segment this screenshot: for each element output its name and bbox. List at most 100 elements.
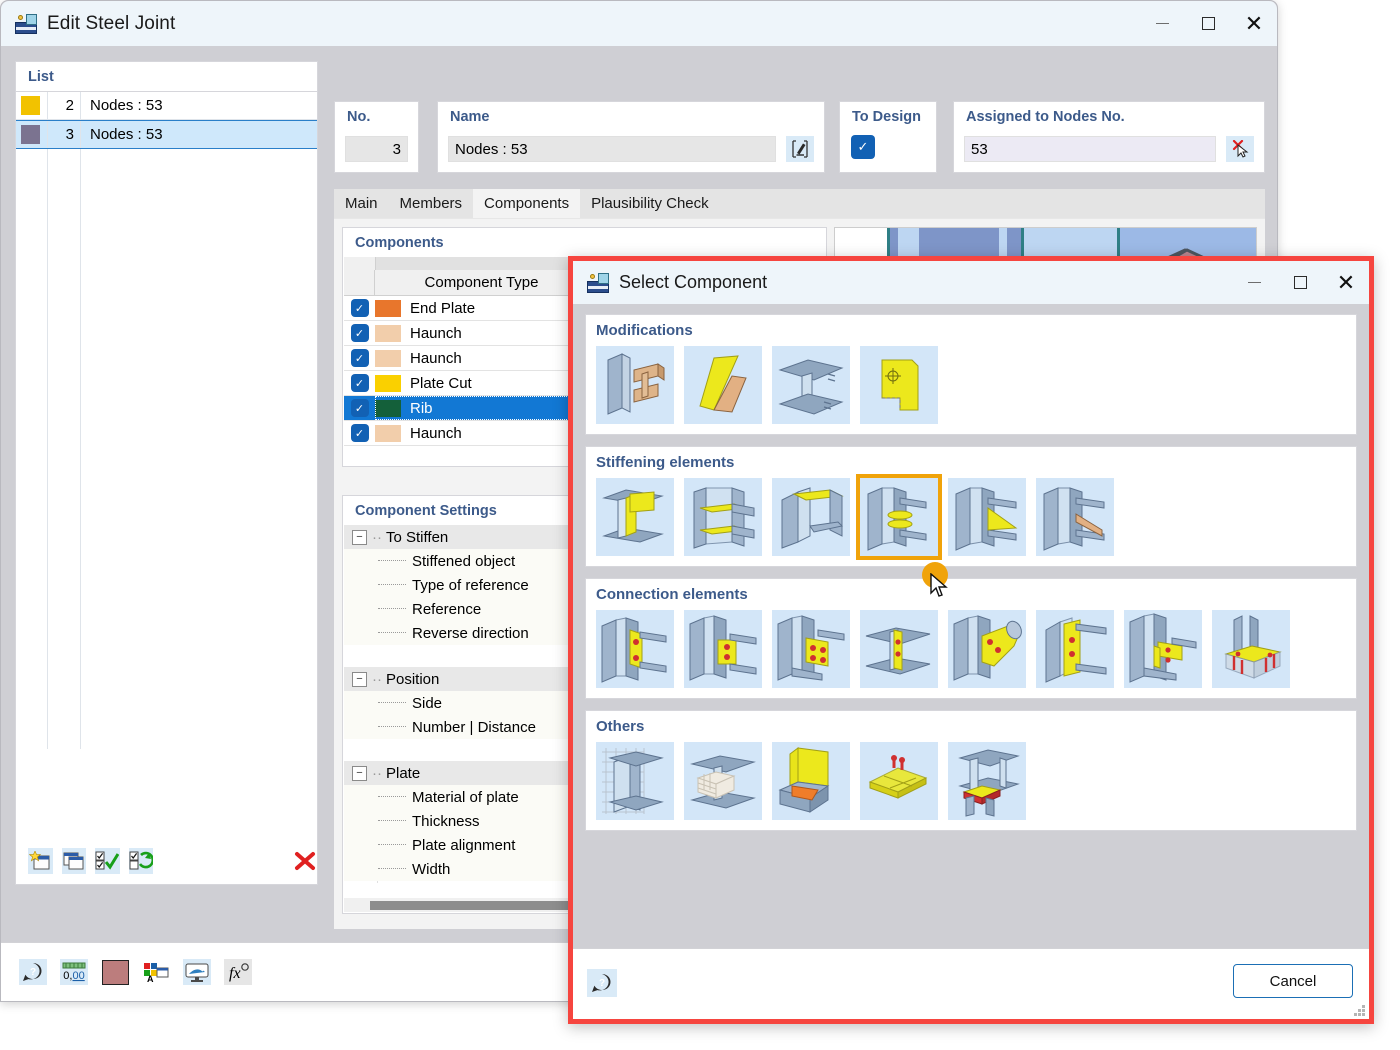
copy-item-icon[interactable] [61,848,87,874]
color-swatch-icon[interactable] [101,959,129,985]
thumb-modification-2[interactable] [684,346,762,424]
help-icon[interactable]: ? [587,969,617,997]
thumb-connection-3[interactable] [772,610,850,688]
thumb-other-1[interactable] [596,742,674,820]
number-format-icon[interactable]: 0,00 [60,959,88,985]
tree-group-label: Position [386,670,440,688]
row-type-label: Haunch [410,324,462,342]
window-controls: ✕ [1139,1,1277,46]
thumb-stiffener-6[interactable] [1036,478,1114,556]
tree-item-label: Number | Distance [412,718,536,736]
row-checkbox[interactable]: ✓ [344,424,375,442]
thumb-stiffener-5[interactable] [948,478,1026,556]
thumbnail-grid [596,346,1346,424]
thumb-connection-8[interactable] [1212,610,1290,688]
row-checkbox[interactable]: ✓ [344,399,375,417]
thumb-stiffener-2[interactable] [684,478,762,556]
minimize-icon[interactable] [1139,1,1185,46]
to-design-checkbox[interactable]: ✓ [851,135,875,159]
app-icon [587,272,609,293]
to-design-label: To Design [852,109,922,125]
thumb-connection-4[interactable] [860,610,938,688]
thumb-stiffener-4-rib[interactable] [856,474,942,560]
dialog-title: Select Component [619,272,768,292]
new-item-icon[interactable] [28,848,53,874]
list-item[interactable]: 3 Nodes : 53 [16,120,317,149]
svg-text:?: ? [599,978,605,989]
section-connection-elements: Connection elements [585,578,1357,699]
thumb-connection-7[interactable] [1124,610,1202,688]
help-icon[interactable]: ? [19,959,47,985]
section-title: Connection elements [596,586,748,603]
list-item-color-swatch [21,125,40,144]
maximize-icon[interactable] [1277,260,1323,305]
row-color-swatch [375,399,401,417]
tree-item-label: Type of reference [412,576,529,594]
row-checkbox[interactable]: ✓ [344,349,375,367]
no-field-label: No. [347,109,371,125]
tree-item-label: Plate alignment [412,836,516,854]
tab-members[interactable]: Members [388,189,474,218]
to-design-card: To Design ✓ [839,101,937,173]
column-header-component-type[interactable]: Component Type [375,270,589,296]
no-input[interactable]: 3 [345,136,408,162]
tree-group-label: To Stiffen [386,528,449,546]
tab-plausibility-check[interactable]: Plausibility Check [580,189,720,218]
name-field-card: Name Nodes : 53 [437,101,825,173]
tab-main[interactable]: Main [334,189,389,218]
formula-icon[interactable]: fx [224,959,252,985]
thumb-other-5[interactable] [948,742,1026,820]
row-checkbox[interactable]: ✓ [344,299,375,317]
thumb-other-2[interactable] [684,742,762,820]
thumb-stiffener-3[interactable] [772,478,850,556]
svg-text:A: A [147,974,154,982]
edit-name-icon[interactable] [786,136,814,162]
minimize-icon[interactable] [1231,260,1277,305]
invert-selection-icon[interactable] [128,848,154,874]
assigned-nodes-input[interactable]: 53 [964,136,1216,162]
thumb-connection-1[interactable] [596,610,674,688]
thumb-other-3[interactable] [772,742,850,820]
row-checkbox[interactable]: ✓ [344,324,375,342]
collapse-icon[interactable]: − [352,765,367,781]
thumb-modification-3[interactable] [772,346,850,424]
row-checkbox[interactable]: ✓ [344,374,375,392]
thumb-modification-1[interactable] [596,346,674,424]
cancel-button[interactable]: Cancel [1233,964,1353,998]
collapse-icon[interactable]: − [352,529,367,545]
tree-item-label: Material of plate [412,788,519,806]
thumb-other-4[interactable] [860,742,938,820]
thumb-connection-5[interactable] [948,610,1026,688]
row-color-swatch [375,324,401,342]
section-stiffening-elements: Stiffening elements [585,446,1357,567]
joint-list[interactable]: 2 Nodes : 53 3 Nodes : 53 [16,91,317,836]
thumb-connection-2[interactable] [684,610,762,688]
thumb-modification-4[interactable] [860,346,938,424]
collapse-icon[interactable]: − [352,671,367,687]
maximize-icon[interactable] [1185,1,1231,46]
dialog-footer: ? Cancel [573,948,1369,1019]
row-color-swatch [375,374,401,392]
list-item-number: 2 [47,92,81,119]
click-highlight-blob [922,562,948,588]
assigned-nodes-card: Assigned to Nodes No. 53 [953,101,1265,173]
name-input[interactable]: Nodes : 53 [448,136,776,162]
display-properties-icon[interactable]: A [142,959,170,985]
components-title: Components [355,235,444,251]
close-icon[interactable]: ✕ [1231,1,1277,46]
row-type-label: Haunch [410,424,462,442]
resize-grip[interactable] [1353,1004,1365,1016]
thumb-stiffener-1[interactable] [596,478,674,556]
assigned-nodes-label: Assigned to Nodes No. [966,109,1125,125]
thumb-connection-6[interactable] [1036,610,1114,688]
thumbnail-grid [596,610,1346,688]
list-item-number: 3 [47,121,81,148]
delete-item-icon[interactable] [292,848,317,874]
list-item[interactable]: 2 Nodes : 53 [16,92,317,120]
close-icon[interactable]: ✕ [1323,260,1369,305]
tab-components[interactable]: Components [473,189,581,218]
render-view-icon[interactable] [183,959,211,985]
pick-nodes-icon[interactable] [1226,136,1254,162]
dialog-window-controls: ✕ [1231,260,1369,305]
select-all-icon[interactable] [95,848,120,874]
